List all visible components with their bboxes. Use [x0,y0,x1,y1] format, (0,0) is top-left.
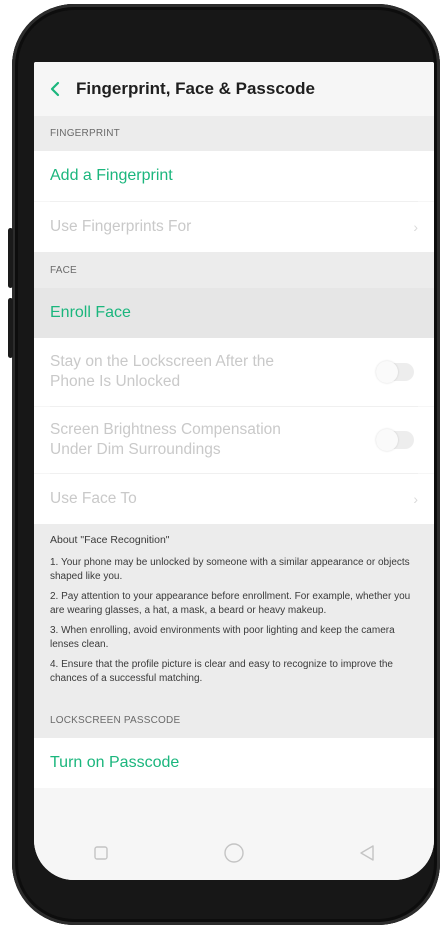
about-title: About "Face Recognition" [50,534,170,546]
navigation-bar [34,826,434,880]
toggle-knob [376,429,398,451]
page-title: Fingerprint, Face & Passcode [76,79,316,98]
use-fingerprints-for-row[interactable]: Use Fingerprints For › [34,202,434,252]
chevron-left-icon[interactable] [34,62,76,116]
section-header-face: FACE [34,252,434,288]
toggle-knob [376,361,398,383]
about-item: 3. When enrolling, avoid environments wi… [50,625,395,650]
stay-on-lockscreen-row[interactable]: Stay on the Lockscreen After the Phone I… [34,338,434,406]
square-icon[interactable] [81,833,121,873]
screen: Fingerprint, Face & Passcode FINGERPRINT… [34,62,434,880]
triangle-back-icon[interactable] [347,833,387,873]
use-fingerprints-for-label: Use Fingerprints For [50,218,192,235]
use-face-to-label: Use Face To [50,490,137,507]
stay-on-lockscreen-toggle[interactable] [376,361,414,383]
about-face-recognition: About "Face Recognition" 1. Your phone m… [34,524,434,702]
brightness-compensation-label: Screen Brightness Compensation Under Dim… [50,421,281,458]
about-item: 4. Ensure that the profile picture is cl… [50,659,393,684]
chevron-right-icon: › [413,491,418,507]
circle-icon[interactable] [214,833,254,873]
volume-up-button [8,228,13,288]
about-item: 2. Pay attention to your appearance befo… [50,591,411,616]
turn-on-passcode-row[interactable]: Turn on Passcode [34,738,434,788]
enroll-face-label: Enroll Face [50,304,131,321]
brightness-compensation-row[interactable]: Screen Brightness Compensation Under Dim… [34,407,434,473]
section-header-passcode: LOCKSCREEN PASSCODE [34,702,434,738]
brightness-compensation-toggle[interactable] [376,429,414,451]
stay-on-lockscreen-label: Stay on the Lockscreen After the Phone I… [50,353,275,390]
enroll-face-row[interactable]: Enroll Face [34,288,434,338]
add-fingerprint-row[interactable]: Add a Fingerprint [34,151,434,201]
use-face-to-row[interactable]: Use Face To › [34,474,434,524]
section-header-fingerprint: FINGERPRINT [34,116,434,151]
header: Fingerprint, Face & Passcode [34,62,434,116]
chevron-right-icon: › [413,219,418,235]
about-item: 1. Your phone may be unlocked by someone… [50,557,410,582]
turn-on-passcode-label: Turn on Passcode [50,754,180,771]
volume-down-button [8,298,13,358]
add-fingerprint-label: Add a Fingerprint [50,167,173,184]
